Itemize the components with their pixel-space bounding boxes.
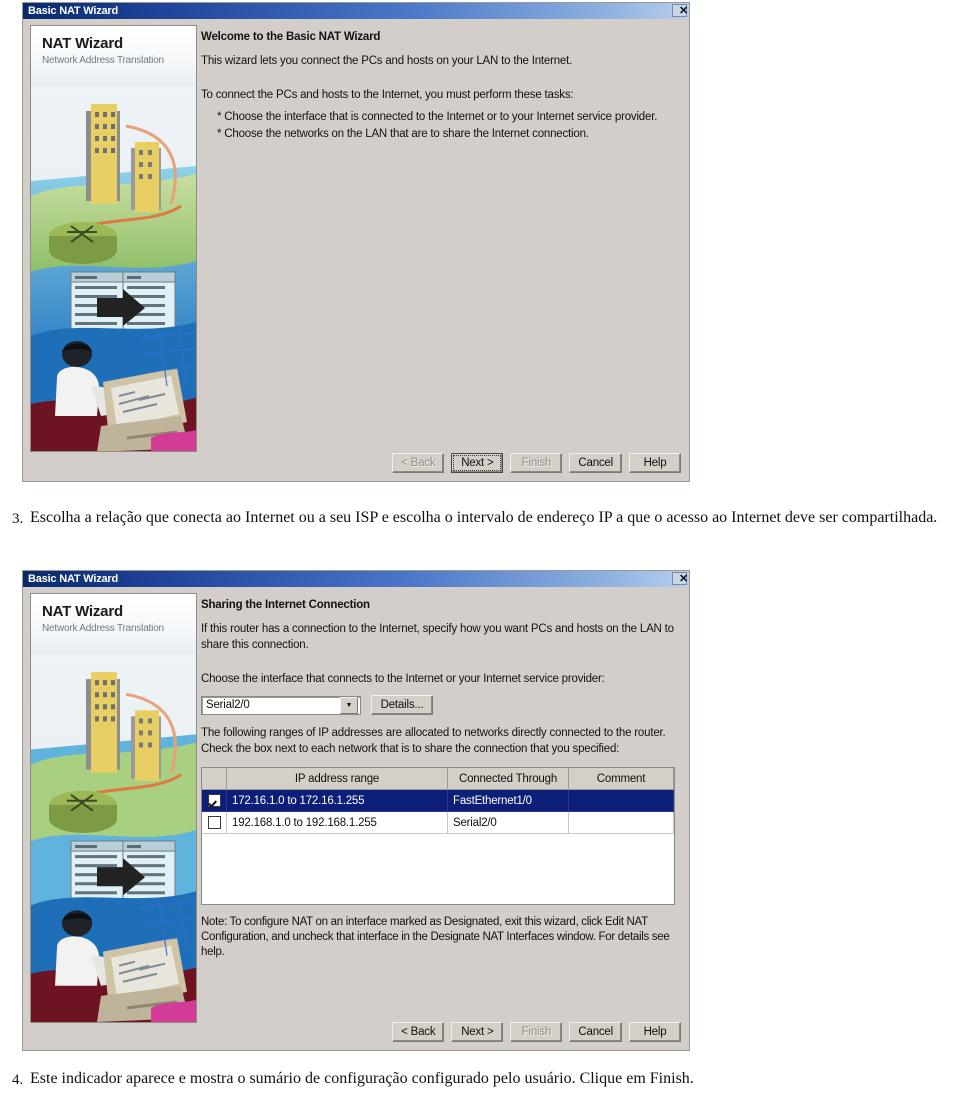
row-checkbox-cell[interactable] [202,811,227,834]
sidebar-title: NAT Wizard [42,35,123,52]
cell-ip-range: 192.168.1.0 to 192.168.1.255 [226,811,448,834]
interface-select-value: Serial2/0 [206,699,250,711]
next-button[interactable]: Next > [451,453,504,473]
close-icon[interactable]: ✕ [672,4,688,17]
title-bar: Basic NAT Wizard ✕ [23,3,689,19]
row-checkbox-cell[interactable] [202,789,227,812]
window-body: NAT Wizard Network Address Translation [23,587,689,1050]
pane-heading: Welcome to the Basic NAT Wizard [201,31,381,43]
interface-select[interactable]: Serial2/0 ▼ [201,695,361,715]
finish-button[interactable]: Finish [510,1022,563,1042]
tasks-intro-text: To connect the PCs and hosts to the Inte… [201,89,574,101]
pane-heading: Sharing the Internet Connection [201,599,370,611]
sidebar-title: NAT Wizard [42,603,123,620]
chevron-down-icon: ▼ [340,696,358,714]
wizard-button-row: < Back Next > Finish Cancel Help [392,1022,681,1042]
basic-nat-wizard-window-sharing: Basic NAT Wizard ✕ NAT Wizard Network Ad… [22,570,690,1051]
step-number: 4. [12,1072,24,1088]
title-bar: Basic NAT Wizard ✕ [23,571,689,587]
nat-illustration-artwork [31,654,196,1022]
wizard-content-pane: Welcome to the Basic NAT Wizard This wiz… [201,25,683,437]
task-item: * Choose the networks on the LAN that ar… [217,128,589,140]
nat-illustration-artwork [31,86,196,451]
designated-interface-note: Note: To configure NAT on an interface m… [201,916,670,958]
step-text: Este indicador aparece e mostra o sumári… [30,1070,694,1087]
interface-prompt-label: Choose the interface that connects to th… [201,673,605,685]
back-button[interactable]: < Back [392,1022,445,1042]
column-header-connected-through: Connected Through [447,768,569,790]
document-step-3: 3. Escolha a relação que conecta ao Inte… [12,507,955,528]
column-header-comment: Comment [568,768,674,790]
help-button[interactable]: Help [629,1022,681,1042]
step-text: Escolha a relação que conecta ao Interne… [30,509,938,526]
sidebar-subtitle: Network Address Translation [42,55,164,66]
cancel-button[interactable]: Cancel [569,1022,622,1042]
share-checkbox[interactable] [207,816,221,829]
help-button[interactable]: Help [629,453,681,473]
table-row[interactable]: 172.16.1.0 to 172.16.1.255 FastEthernet1… [202,789,674,812]
cell-comment [568,789,674,812]
close-icon[interactable]: ✕ [672,572,688,585]
ranges-intro-text: The following ranges of IP addresses are… [201,727,666,755]
column-header-checkbox [202,768,227,790]
task-list: * Choose the interface that is connected… [217,109,683,142]
column-header-ip-range: IP address range [226,768,448,790]
task-item: * Choose the interface that is connected… [217,111,658,123]
pane-intro-text: This wizard lets you connect the PCs and… [201,55,573,67]
pane-intro-text: If this router has a connection to the I… [201,623,674,651]
cancel-button[interactable]: Cancel [569,453,622,473]
share-checkbox[interactable] [207,794,221,807]
details-button[interactable]: Details... [371,695,433,715]
wizard-content-pane: Sharing the Internet Connection If this … [201,593,683,1006]
wizard-sidebar-illustration: NAT Wizard Network Address Translation [30,25,197,452]
sidebar-branding: NAT Wizard Network Address Translation [31,26,196,88]
document-step-4: 4. Este indicador aparece e mostra o sum… [12,1068,955,1089]
sidebar-branding: NAT Wizard Network Address Translation [31,594,196,656]
sidebar-subtitle: Network Address Translation [42,623,164,634]
table-header-row: IP address range Connected Through Comme… [202,768,674,790]
basic-nat-wizard-window-welcome: Basic NAT Wizard ✕ NAT Wizard Network Ad… [22,2,690,482]
interface-selection-row: Serial2/0 ▼ Details... [201,695,683,715]
step-number: 3. [12,511,24,527]
next-button[interactable]: Next > [451,1022,504,1042]
window-title: Basic NAT Wizard [28,573,119,585]
cell-connected-through: FastEthernet1/0 [447,789,569,812]
wizard-button-row: < Back Next > Finish Cancel Help [392,453,681,473]
cell-ip-range: 172.16.1.0 to 172.16.1.255 [226,789,448,812]
back-button[interactable]: < Back [392,453,445,473]
window-title: Basic NAT Wizard [28,5,119,17]
window-body: NAT Wizard Network Address Translation [23,19,689,481]
finish-button[interactable]: Finish [510,453,563,473]
cell-comment [568,811,674,834]
wizard-sidebar-illustration: NAT Wizard Network Address Translation [30,593,197,1023]
cell-connected-through: Serial2/0 [447,811,569,834]
network-ranges-table[interactable]: IP address range Connected Through Comme… [201,767,675,905]
table-row[interactable]: 192.168.1.0 to 192.168.1.255 Serial2/0 [202,811,674,834]
